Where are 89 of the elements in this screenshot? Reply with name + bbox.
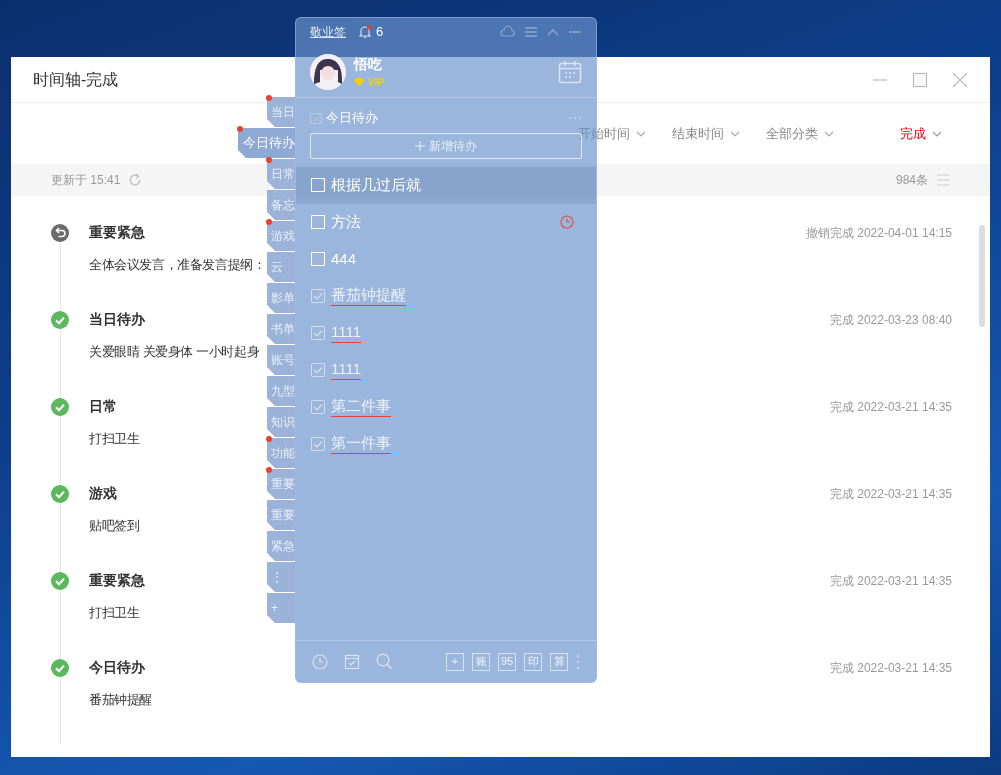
todo-item[interactable]: 第二件事 [296, 388, 596, 426]
diamond-icon [354, 78, 364, 86]
app-name[interactable]: 敬业签 [310, 23, 346, 41]
notification-count: 6 [376, 23, 384, 42]
todo-item[interactable]: 第一件事 [296, 425, 596, 463]
checkbox[interactable] [311, 215, 325, 229]
tool-button[interactable]: 印 [524, 652, 542, 671]
category-tab[interactable]: 功能 [267, 438, 295, 468]
todo-item[interactable]: 1111 [296, 314, 596, 352]
category-tab[interactable]: 账号 [267, 345, 295, 375]
vip-label: VIP [368, 75, 385, 90]
entry-time: 撤销完成 2022-04-01 14:15 [805, 224, 952, 242]
user-name: 悟吃 [354, 54, 383, 74]
clock-icon[interactable] [312, 653, 328, 670]
todo-item[interactable]: 番茄钟提醒 [296, 277, 596, 315]
entry-time: 完成 2022-03-21 14:35 [829, 485, 952, 503]
tool-button[interactable]: 95 [498, 652, 516, 671]
maximize-icon[interactable] [912, 71, 928, 88]
entry-content: 打扫卫生 [89, 604, 140, 622]
category-tab[interactable]: 重要 [267, 469, 295, 499]
category-tab[interactable]: 重要 [267, 500, 295, 530]
search-icon[interactable] [376, 653, 393, 670]
checkbox[interactable] [311, 178, 325, 192]
entry-content: 全体会议发言，准备发言提纲： [89, 256, 266, 274]
checkbox[interactable] [311, 400, 325, 414]
item-count: 984条 [895, 172, 928, 189]
more-icon[interactable] [568, 115, 582, 120]
checkbox[interactable] [311, 252, 325, 266]
entry-category: 重要紧急 [89, 571, 145, 590]
entry-content: 贴吧签到 [89, 517, 140, 535]
category-tab[interactable]: 书单 [267, 314, 295, 344]
caret-icon [932, 130, 942, 137]
filter-dropdown[interactable]: 完成 [900, 123, 942, 144]
close-icon[interactable] [952, 71, 968, 88]
category-tab[interactable]: 知识 [267, 407, 295, 437]
window-title: 时间轴-完成 [33, 69, 119, 90]
category-tab[interactable]: 日常 [267, 159, 295, 189]
checkbox[interactable] [311, 363, 325, 377]
checkbox[interactable] [311, 437, 325, 451]
calendar-check-icon[interactable] [344, 653, 360, 670]
scrollbar[interactable] [979, 225, 985, 327]
caret-icon [730, 130, 740, 137]
category-tab[interactable]: 备忘 [267, 190, 295, 220]
category-tab[interactable]: 紧急 [267, 531, 295, 561]
tool-button[interactable]: 账 [472, 652, 490, 671]
calendar-icon [310, 111, 322, 124]
category-tab[interactable]: 云 [267, 252, 295, 282]
menu-icon[interactable] [524, 25, 538, 39]
entry-time: 完成 2022-03-21 14:35 [829, 398, 952, 416]
entry-content: 番茄钟提醒 [89, 691, 152, 709]
category-tab[interactable]: + [267, 593, 295, 623]
caret-icon [824, 130, 834, 137]
more-icon[interactable] [576, 653, 580, 670]
entry-category: 日常 [89, 397, 117, 416]
category-tab[interactable]: ⋮ [267, 562, 295, 592]
todo-item[interactable]: 444 [296, 240, 596, 278]
checkbox[interactable] [311, 289, 325, 303]
entry-content: 关爱眼睛 关爱身体 一小时起身 [89, 343, 260, 361]
filter-dropdown[interactable]: 结束时间 [672, 123, 740, 144]
entry-content: 打扫卫生 [89, 430, 140, 448]
entry-time: 完成 2022-03-21 14:35 [829, 659, 952, 677]
list-title: 今日待办 [326, 109, 378, 127]
tool-button[interactable]: 算 [550, 652, 568, 671]
entry-category: 游戏 [89, 484, 117, 503]
entry-category: 当日待办 [89, 310, 145, 329]
category-tab[interactable]: 游戏 [267, 221, 295, 251]
refresh-icon[interactable] [128, 173, 143, 187]
tool-button[interactable]: + [446, 652, 464, 671]
updated-time: 更新于 15:41 [51, 172, 121, 189]
caret-icon [636, 130, 646, 137]
add-todo-button[interactable]: 新增待办 [310, 132, 582, 159]
entry-time: 完成 2022-03-21 14:35 [829, 572, 952, 590]
todo-item[interactable]: 方法 [296, 203, 596, 241]
entry-category: 今日待办 [89, 658, 145, 677]
todo-item[interactable]: 根据几过后就 [296, 166, 596, 204]
filter-dropdown[interactable]: 全部分类 [766, 123, 834, 144]
avatar[interactable] [310, 53, 346, 90]
bell-icon[interactable] [358, 25, 372, 39]
entry-category: 重要紧急 [89, 223, 145, 242]
plus-icon [415, 140, 425, 151]
cloud-icon[interactable] [500, 25, 516, 39]
entry-time: 完成 2022-03-23 08:40 [829, 311, 952, 329]
todo-item[interactable]: 1111 [296, 351, 596, 389]
checkbox[interactable] [311, 326, 325, 340]
category-tab[interactable]: 影单 [267, 283, 295, 313]
calendar-icon[interactable] [558, 59, 582, 84]
category-tab[interactable]: 九型 [267, 376, 295, 406]
category-tab[interactable]: 今日待办 [238, 128, 295, 158]
category-tab[interactable]: 当日 [267, 97, 295, 127]
